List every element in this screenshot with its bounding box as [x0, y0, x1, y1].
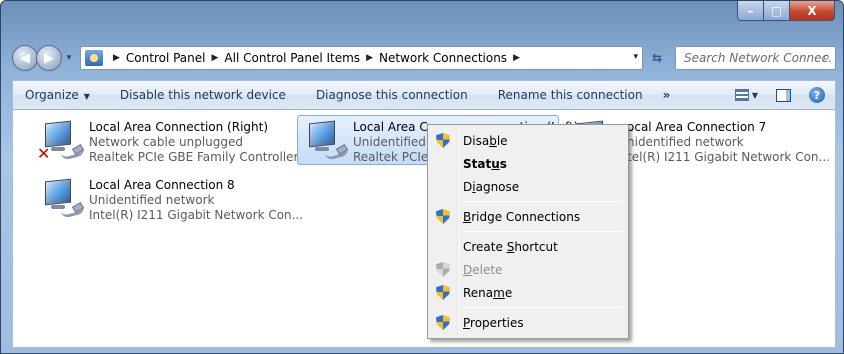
- help-icon[interactable]: ?: [809, 87, 825, 103]
- breadcrumb-control-panel[interactable]: Control Panel: [126, 51, 206, 65]
- diagnose-button[interactable]: Diagnose this connection: [316, 88, 468, 102]
- connections-list: ✕ Local Area Connection (Right) Network …: [12, 110, 836, 348]
- uac-shield-icon: [436, 133, 450, 148]
- uac-shield-icon: [436, 285, 450, 300]
- menu-item-properties[interactable]: Properties: [431, 311, 625, 334]
- network-adapter-icon: ✕: [37, 120, 87, 164]
- menu-label: Bridge Connections: [463, 209, 581, 224]
- menu-item-status[interactable]: Status: [431, 152, 625, 175]
- network-adapter-icon: [301, 120, 351, 164]
- menu-item-disable[interactable]: Disable: [431, 129, 625, 152]
- connection-item[interactable]: ✕ Local Area Connection (Right) Network …: [37, 120, 298, 165]
- network-adapter-icon: [37, 178, 87, 222]
- breadcrumb-all-items[interactable]: All Control Panel Items: [224, 51, 360, 65]
- connection-device: tel(R) I211 Gigabit Network Con...: [627, 150, 830, 164]
- disable-device-button[interactable]: Disable this network device: [120, 88, 286, 102]
- navigation-row: ◀ ▶ ▾ ▶ Control Panel ▶ All Control Pane…: [12, 44, 836, 72]
- connection-text: ocal Area Connection 7 nidentified netwo…: [625, 120, 830, 165]
- close-button[interactable]: X: [790, 1, 835, 21]
- recent-pages-dropdown[interactable]: ▾: [62, 53, 76, 63]
- menu-label: Rename: [463, 285, 513, 300]
- menu-label: Disable: [463, 133, 508, 148]
- menu-label: Create Shortcut: [463, 239, 558, 254]
- menu-item-create-shortcut[interactable]: Create Shortcut: [431, 235, 625, 258]
- maximize-button[interactable]: □: [764, 1, 790, 21]
- menu-label: Status: [463, 156, 507, 171]
- preview-pane-icon[interactable]: [776, 88, 791, 102]
- address-bar[interactable]: ▶ Control Panel ▶ All Control Panel Item…: [80, 46, 643, 70]
- menu-item-bridge-connections[interactable]: Bridge Connections: [431, 205, 625, 228]
- search-icon[interactable]: ⌕: [823, 50, 830, 65]
- search-input[interactable]: [682, 50, 835, 66]
- connection-status: Network cable unplugged: [89, 135, 244, 149]
- menu-label: Delete: [463, 262, 503, 277]
- organize-menu[interactable]: Organize ▼: [25, 88, 90, 102]
- connection-device: Intel(R) I211 Gigabit Network Con...: [89, 208, 304, 222]
- connection-name: Local Area Connection (Right): [89, 120, 269, 134]
- search-box[interactable]: ⌕: [675, 46, 836, 70]
- error-x-icon: ✕: [37, 144, 51, 163]
- menu-separator: [463, 201, 623, 202]
- view-dropdown-icon[interactable]: ▼: [752, 91, 758, 100]
- uac-shield-icon: [436, 315, 450, 330]
- connection-status: Unidentified network: [89, 193, 215, 207]
- change-view-icon[interactable]: [734, 89, 749, 101]
- uac-shield-icon: [436, 262, 450, 277]
- breadcrumb-separator[interactable]: ▶: [113, 53, 120, 63]
- menu-item-delete: Delete: [431, 258, 625, 281]
- back-button[interactable]: ◀: [12, 45, 38, 71]
- menu-label: Properties: [463, 315, 524, 330]
- menu-separator: [463, 231, 623, 232]
- breadcrumb-separator[interactable]: ▶: [212, 53, 219, 63]
- caption-buttons: – □ X: [737, 1, 835, 23]
- rename-button[interactable]: Rename this connection: [498, 88, 643, 102]
- chevron-down-icon: ▼: [83, 92, 90, 101]
- command-bar: Organize ▼ Disable this network device Di…: [12, 80, 836, 110]
- connection-name: ocal Area Connection 7: [627, 120, 767, 134]
- menu-item-rename[interactable]: Rename: [431, 281, 625, 304]
- breadcrumb-network-connections[interactable]: Network Connections: [379, 51, 507, 65]
- organize-label: Organize: [25, 88, 79, 102]
- control-panel-icon: [85, 50, 103, 66]
- forward-button[interactable]: ▶: [36, 45, 62, 71]
- menu-item-diagnose[interactable]: Diagnose: [431, 175, 625, 198]
- view-controls: ▼ ?: [734, 87, 825, 103]
- uac-shield-icon: [436, 209, 450, 224]
- minimize-button[interactable]: –: [737, 1, 764, 21]
- context-menu: Disable Status Diagnose Bridge Connectio…: [427, 124, 629, 339]
- breadcrumb-separator[interactable]: ▶: [366, 53, 373, 63]
- connection-status: nidentified network: [627, 135, 744, 149]
- menu-separator: [463, 307, 623, 308]
- refresh-icon[interactable]: ⇆: [645, 46, 669, 70]
- connection-item[interactable]: Local Area Connection 8 Unidentified net…: [37, 178, 303, 223]
- connection-text: Local Area Connection 8 Unidentified net…: [87, 178, 303, 223]
- connection-name: Local Area Connection 8: [89, 178, 235, 192]
- menu-label: Diagnose: [463, 179, 520, 194]
- address-dropdown-icon[interactable]: ▾: [633, 52, 638, 62]
- connection-name-start: Local Area Co: [353, 120, 436, 134]
- more-commands-button[interactable]: »: [663, 88, 671, 102]
- breadcrumb-separator[interactable]: ▶: [513, 53, 520, 63]
- connection-device: Realtek PCIe GBE Family Controller: [89, 150, 299, 164]
- connection-text: Local Area Connection (Right) Network ca…: [87, 120, 298, 165]
